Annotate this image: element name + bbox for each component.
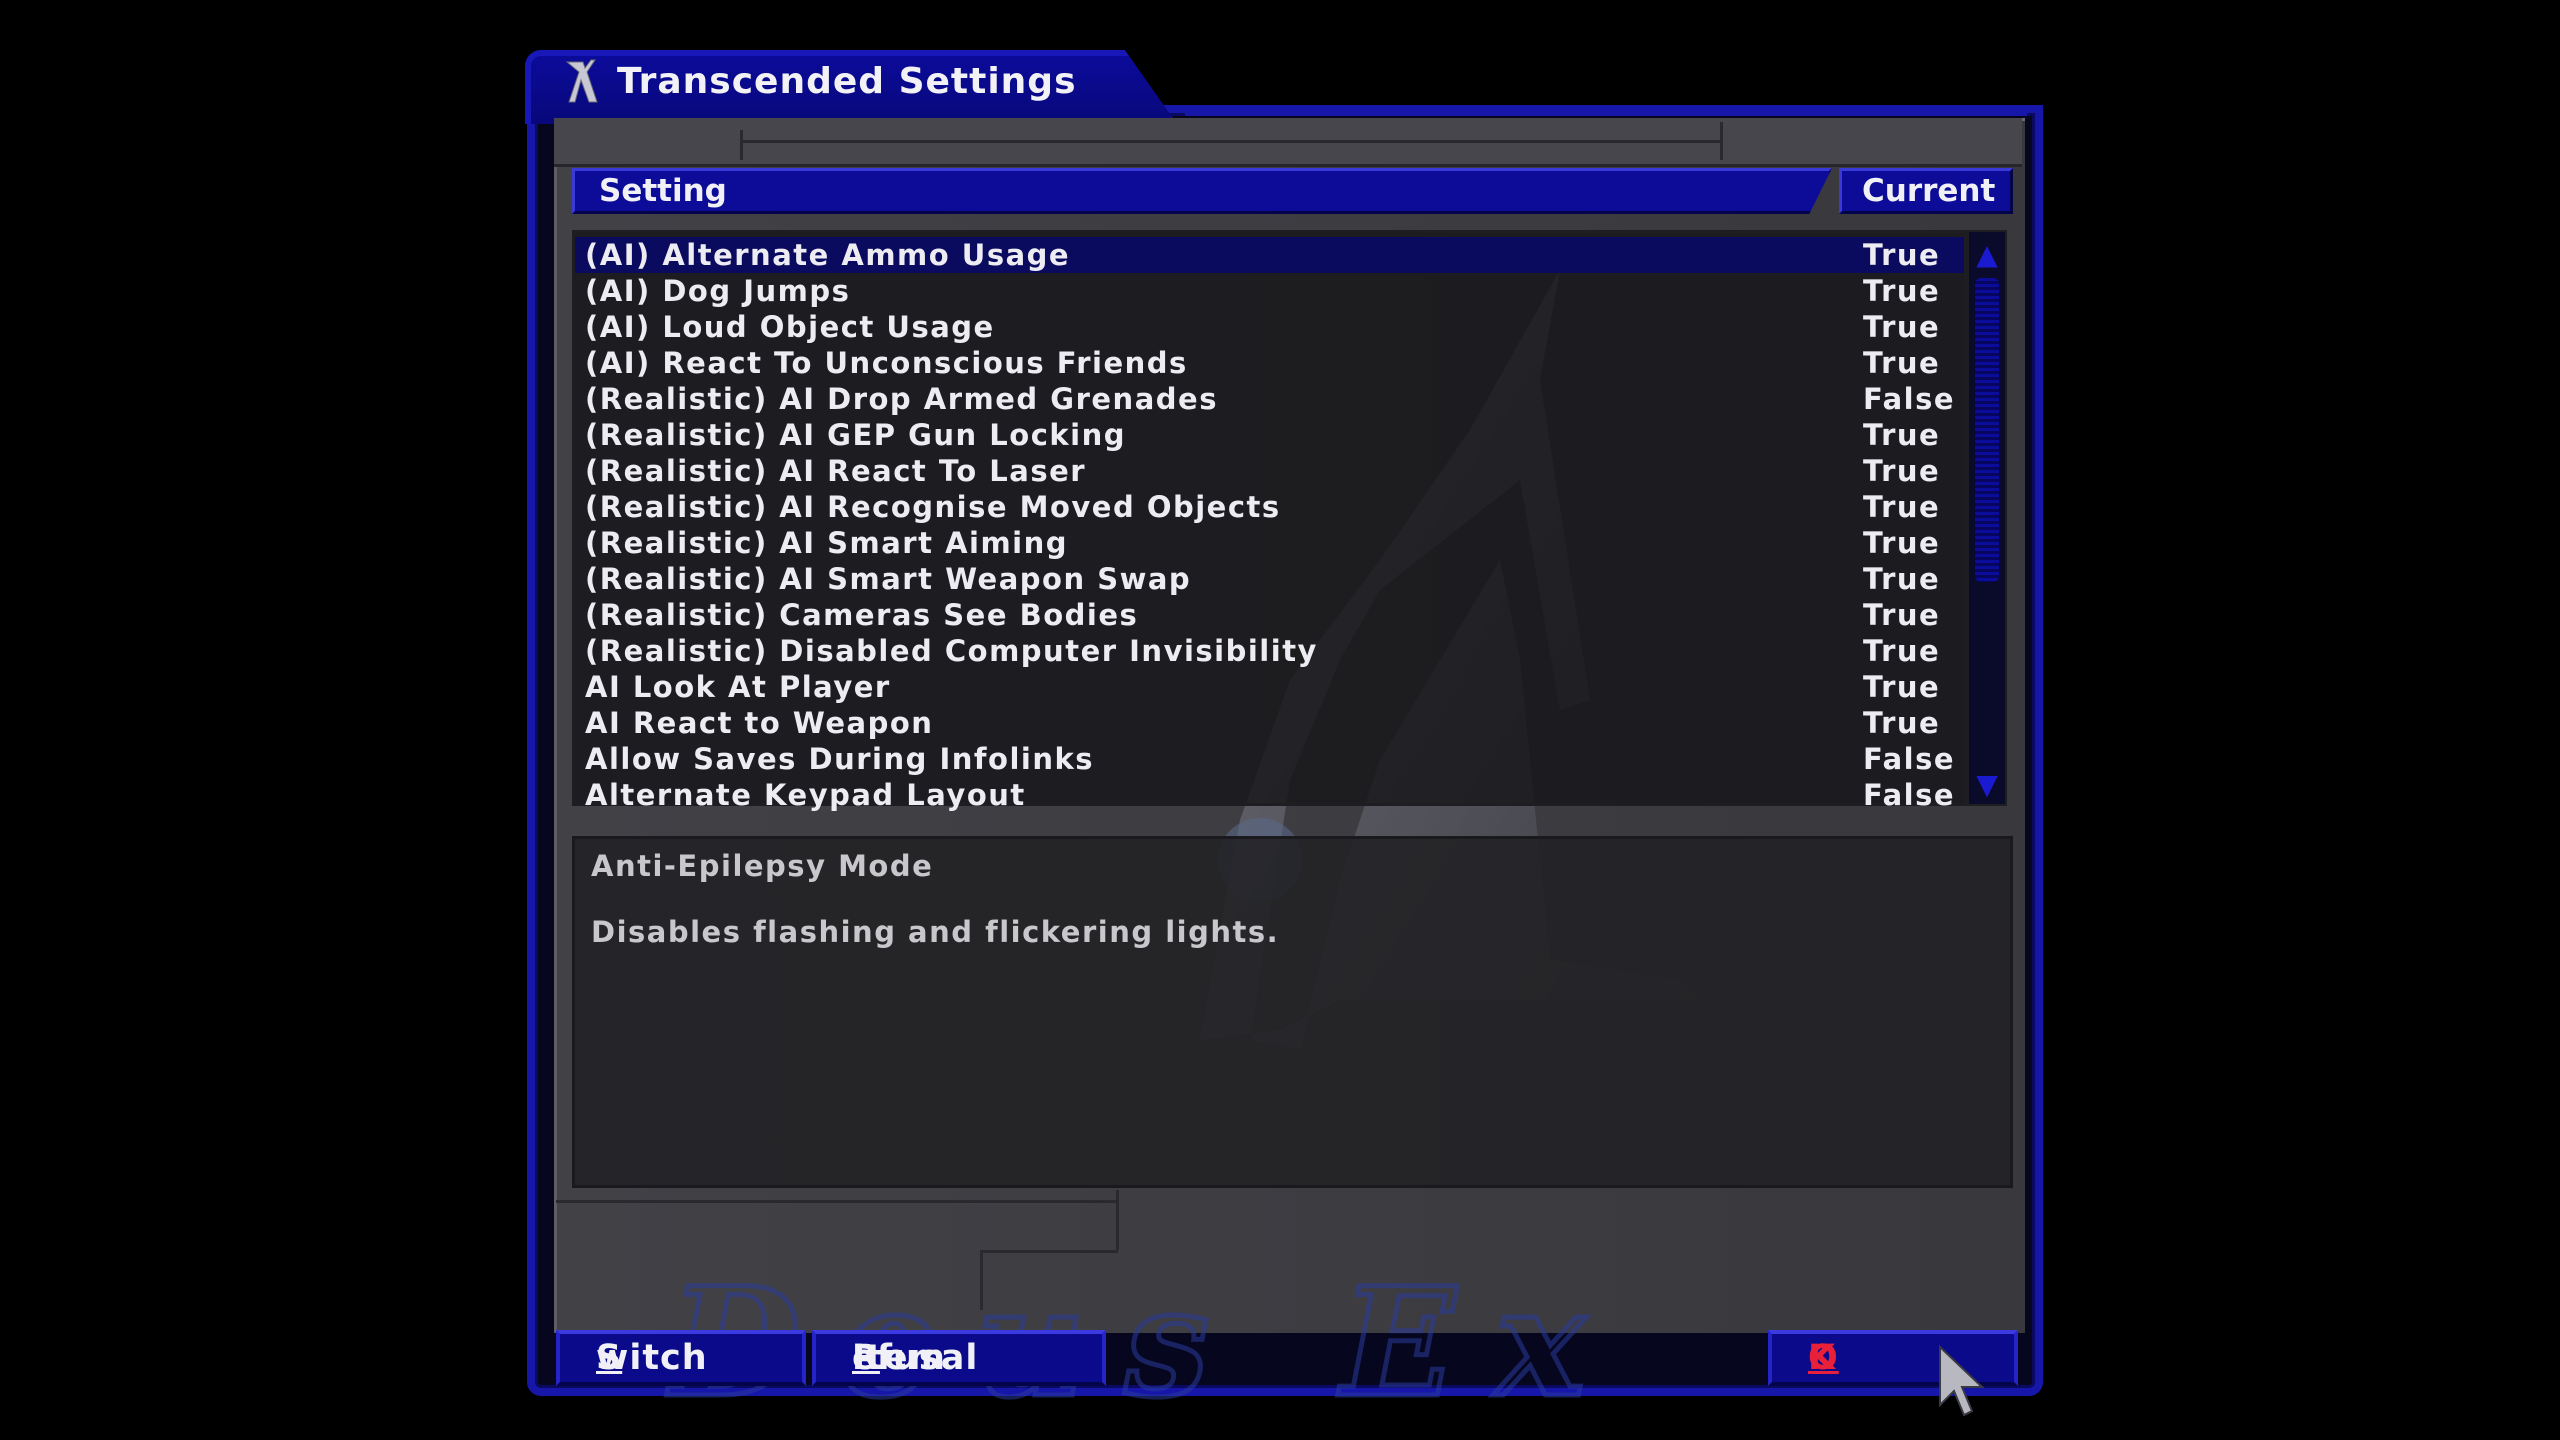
setting-name: AI Look At Player [585, 670, 891, 704]
panel-groove [1116, 1190, 1119, 1250]
setting-value: True [1863, 562, 1941, 596]
description-text: Disables flashing and flickering lights. [591, 915, 1280, 949]
panel-groove [980, 1250, 983, 1310]
column-header-setting[interactable]: Setting [572, 168, 1832, 214]
item-refusal-button[interactable]: Item Refusal [812, 1330, 1106, 1386]
setting-value: True [1863, 238, 1941, 272]
panel-groove [980, 1250, 1118, 1253]
setting-name: Alternate Keypad Layout [585, 778, 1026, 812]
setting-name: (Realistic) Cameras See Bodies [585, 598, 1139, 632]
setting-name: (Realistic) AI GEP Gun Locking [585, 418, 1127, 452]
setting-name: (Realistic) Disabled Computer Invisibili… [585, 634, 1318, 668]
setting-name: (Realistic) AI Drop Armed Grenades [585, 382, 1218, 416]
list-row[interactable]: (AI) Alternate Ammo Usage True [575, 237, 1964, 273]
scroll-up-arrow-icon[interactable]: ▲ [1969, 236, 2005, 272]
mouse-cursor-icon [1939, 1345, 1984, 1417]
scroll-down-arrow-icon[interactable]: ▼ [1969, 766, 2005, 802]
setting-name: AI React to Weapon [585, 706, 934, 740]
setting-name: (AI) React To Unconscious Friends [585, 346, 1188, 380]
list-scrollbar[interactable]: ▲ ▼ [1967, 230, 2007, 806]
list-row[interactable]: (AI) React To Unconscious Friends True [575, 345, 1964, 381]
switch-label: witch [596, 1338, 708, 1378]
setting-value: True [1863, 706, 1941, 740]
frame-top-edge [1185, 106, 2027, 116]
setting-name: (Realistic) AI React To Laser [585, 454, 1087, 488]
list-row[interactable]: (Realistic) AI React To Laser True [575, 453, 1964, 489]
window-title: Transcended Settings [617, 61, 1077, 102]
setting-name: (AI) Alternate Ammo Usage [585, 238, 1071, 272]
switch-button[interactable]: Switch [556, 1330, 806, 1386]
panel-groove [740, 130, 743, 160]
setting-value: True [1863, 670, 1941, 704]
description-panel: Anti-Epilepsy Mode Disables flashing and… [572, 836, 2013, 1188]
list-row[interactable]: Allow Saves During Infolinks False [575, 741, 1964, 777]
setting-value: True [1863, 346, 1941, 380]
scroll-thumb[interactable] [1975, 278, 1999, 582]
description-title: Anti-Epilepsy Mode [591, 849, 934, 883]
list-row[interactable]: (AI) Dog Jumps True [575, 273, 1964, 309]
list-row[interactable]: (Realistic) AI Smart Aiming True [575, 525, 1964, 561]
setting-value: False [1863, 778, 1956, 812]
setting-value: True [1863, 418, 1941, 452]
screen: Transcended Settings Setting Current (AI… [0, 0, 2560, 1440]
setting-value: True [1863, 454, 1941, 488]
list-row[interactable]: AI Look At Player True [575, 669, 1964, 705]
panel-groove [1720, 122, 1723, 160]
setting-value: True [1863, 310, 1941, 344]
list-row[interactable]: (Realistic) AI GEP Gun Locking True [575, 417, 1964, 453]
setting-value: False [1863, 742, 1956, 776]
list-row[interactable]: (Realistic) AI Drop Armed Grenades False [575, 381, 1964, 417]
ok-label: K [1808, 1338, 1837, 1378]
setting-value: True [1863, 598, 1941, 632]
setting-name: (Realistic) AI Smart Aiming [585, 526, 1069, 560]
list-row[interactable]: Alternate Keypad Layout False [575, 777, 1964, 813]
deus-ex-logo-icon [565, 59, 598, 103]
setting-name: (AI) Loud Object Usage [585, 310, 995, 344]
list-row[interactable]: (Realistic) Cameras See Bodies True [575, 597, 1964, 633]
setting-name: (AI) Dog Jumps [585, 274, 851, 308]
settings-list[interactable]: (AI) Alternate Ammo Usage True (AI) Dog … [572, 230, 1967, 812]
column-header-current-label: Current [1862, 173, 1996, 209]
list-row[interactable]: (Realistic) AI Smart Weapon Swap True [575, 561, 1964, 597]
setting-name: Allow Saves During Infolinks [585, 742, 1095, 776]
column-header-current[interactable]: Current [1839, 168, 2013, 214]
column-header-setting-label: Setting [599, 173, 727, 209]
setting-value: True [1863, 634, 1941, 668]
setting-name: (Realistic) AI Recognise Moved Objects [585, 490, 1281, 524]
setting-value: True [1863, 490, 1941, 524]
setting-value: False [1863, 382, 1956, 416]
setting-name: (Realistic) AI Smart Weapon Swap [585, 562, 1192, 596]
panel-groove [556, 1200, 1116, 1203]
list-row[interactable]: (AI) Loud Object Usage True [575, 309, 1964, 345]
panel-groove [740, 140, 1720, 143]
setting-value: True [1863, 274, 1941, 308]
list-row[interactable]: (Realistic) Disabled Computer Invisibili… [575, 633, 1964, 669]
list-row[interactable]: AI React to Weapon True [575, 705, 1964, 741]
list-row[interactable]: (Realistic) AI Recognise Moved Objects T… [575, 489, 1964, 525]
setting-value: True [1863, 526, 1941, 560]
item-refusal-label-b: efusal [852, 1338, 979, 1378]
